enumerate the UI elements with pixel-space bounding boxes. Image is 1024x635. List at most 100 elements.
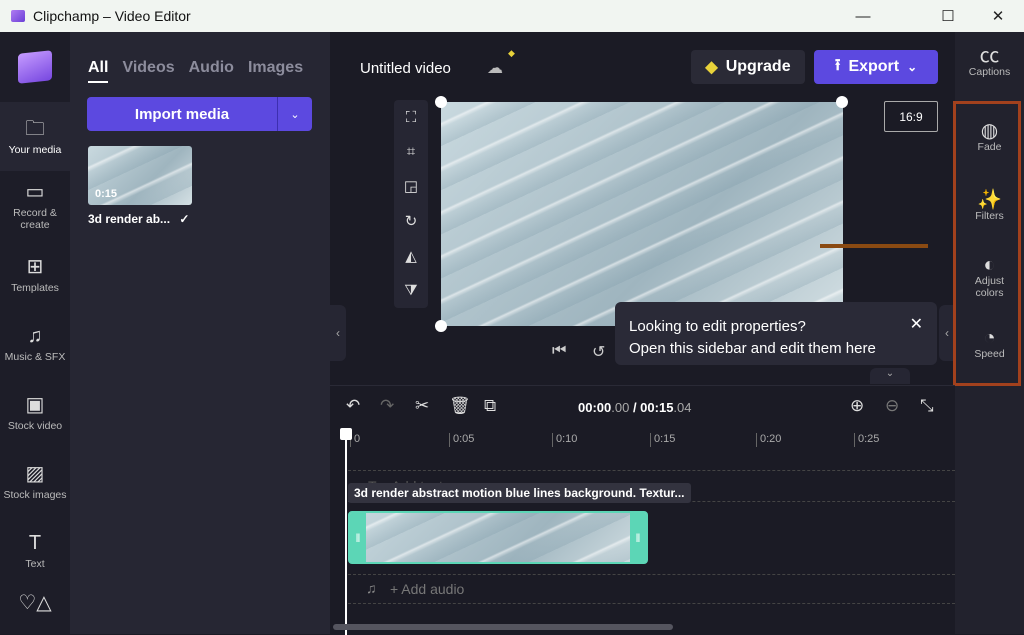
highlight-box xyxy=(953,101,1021,386)
rewind-5-icon[interactable]: ↺ xyxy=(592,342,605,362)
tooltip-body: Open this sidebar and edit them here xyxy=(629,340,876,357)
left-nav: 🗀 Your media ▭ Record & create ⊞ Templates … xyxy=(0,32,70,634)
tick-label: 0:15 xyxy=(650,433,675,447)
nav-record-create[interactable]: ▭ Record & create xyxy=(0,171,70,240)
aspect-ratio-button[interactable]: 16:9 xyxy=(884,101,938,132)
current-frac: .00 xyxy=(611,400,630,415)
undo-icon[interactable]: ↶ xyxy=(346,396,360,416)
media-thumbnail[interactable]: 0:15 xyxy=(88,146,192,205)
music-note-icon: ♫ xyxy=(366,580,377,596)
nav-label: Text xyxy=(25,557,45,570)
delete-icon[interactable]: 🗑 xyxy=(449,396,471,416)
export-button[interactable]: ⭱ Export ⌄ xyxy=(814,50,938,84)
rotate-icon[interactable]: ↻ xyxy=(405,212,418,230)
clipchamp-brand-icon xyxy=(0,32,70,102)
nav-label: Templates xyxy=(11,281,59,294)
tick-label: 0:05 xyxy=(449,433,474,447)
resize-handle[interactable] xyxy=(435,96,447,108)
tick-label: 0:10 xyxy=(552,433,577,447)
video-preview[interactable] xyxy=(441,102,843,326)
image-icon: ▨ xyxy=(25,462,45,485)
pip-icon[interactable]: ◲ xyxy=(404,177,418,195)
nav-music-sfx[interactable]: ♫ Music & SFX xyxy=(0,309,70,378)
window-title: Clipchamp – Video Editor xyxy=(33,8,191,24)
tab-audio[interactable]: Audio xyxy=(189,59,234,83)
nav-stock-images[interactable]: ▨ Stock images xyxy=(0,447,70,516)
add-audio-track[interactable]: + Add audio xyxy=(390,581,464,597)
nav-more[interactable]: ♡△ xyxy=(0,585,70,625)
import-media-button[interactable]: Import media ⌄ xyxy=(87,97,312,131)
minimize-button[interactable]: — xyxy=(840,0,886,32)
zoom-in-icon[interactable]: ⊕ xyxy=(850,396,864,416)
trim-handle-right[interactable]: ‖ xyxy=(630,513,646,562)
diamond-icon: ◆ xyxy=(508,48,515,58)
import-media-label[interactable]: Import media xyxy=(87,97,277,131)
skip-back-icon[interactable]: ⏮ xyxy=(552,342,566,360)
collapse-left-button[interactable]: ‹ xyxy=(330,305,346,361)
trim-handle-left[interactable]: ‖ xyxy=(350,513,366,562)
maximize-button[interactable]: ☐ xyxy=(925,0,971,32)
chevron-down-icon: ⌄ xyxy=(907,60,918,74)
collapse-timeline-button[interactable]: ⌄ xyxy=(870,368,910,384)
nav-label: Stock video xyxy=(7,419,63,432)
add-clip-icon[interactable]: ⧉ xyxy=(484,396,496,416)
shapes-icon: ♡△ xyxy=(18,592,52,614)
nav-text[interactable]: T Text xyxy=(0,516,70,585)
time-readout: 00:00.00 / 00:15.04 xyxy=(578,400,692,415)
crop-icon[interactable]: ⌗ xyxy=(407,143,415,160)
tab-all[interactable]: All xyxy=(88,59,109,83)
preview-area: Untitled video ☁ ◆ ◆ Upgrade ⭱ Export ⌄ ⛶ ⌗ ◲… xyxy=(330,32,955,385)
templates-icon: ⊞ xyxy=(26,255,44,278)
cloud-off-icon: ☁ xyxy=(487,60,503,77)
tab-images[interactable]: Images xyxy=(248,59,303,83)
media-duration: 0:15 xyxy=(95,188,118,200)
zoom-out-icon[interactable]: ⊖ xyxy=(885,396,899,416)
export-label: Export xyxy=(848,58,900,75)
check-icon: ✓ xyxy=(179,212,190,226)
timeline-scrollbar[interactable] xyxy=(333,624,673,630)
flip-horizontal-icon[interactable]: ◭ xyxy=(405,247,417,265)
nav-templates[interactable]: ⊞ Templates xyxy=(0,240,70,309)
media-name: 3d render ab... ✓ xyxy=(88,212,189,226)
media-panel: All Videos Audio Images Import media ⌄ 0… xyxy=(70,32,330,634)
text-icon: T xyxy=(28,531,42,554)
cut-icon[interactable]: ✂ xyxy=(415,396,429,416)
resize-handle[interactable] xyxy=(836,96,848,108)
redo-icon[interactable]: ↷ xyxy=(380,396,394,416)
upload-icon: ⭱ xyxy=(834,56,841,74)
chevron-down-icon[interactable]: ⌄ xyxy=(277,97,312,131)
properties-tooltip: Looking to edit properties? Open this si… xyxy=(615,302,937,365)
playhead[interactable] xyxy=(340,428,352,635)
close-icon[interactable]: ✕ xyxy=(910,314,923,336)
upgrade-label: Upgrade xyxy=(725,58,791,75)
folder-icon: 🗀 xyxy=(25,117,45,140)
flip-vertical-icon[interactable]: ⧩ xyxy=(404,282,417,299)
music-icon: ♫ xyxy=(27,324,43,347)
close-button[interactable]: ✕ xyxy=(975,0,1021,32)
fit-icon[interactable]: ⛶ xyxy=(406,109,417,126)
captions-icon: ㏄ xyxy=(979,45,1000,67)
annotation-arrow xyxy=(820,244,928,248)
current-time: 00:00 xyxy=(578,400,612,415)
fit-timeline-icon[interactable]: ⤡ xyxy=(920,396,934,416)
tab-videos[interactable]: Videos xyxy=(122,59,174,83)
tick-label: 0:20 xyxy=(756,433,781,447)
film-icon: ▣ xyxy=(25,393,45,416)
timeline: ↶ ↷ ✂ 🗑 ⧉ 00:00.00 / 00:15.04 ⊕ ⊖ ⤡ 0 0:… xyxy=(330,385,955,635)
video-clip[interactable]: ‖ ‖ xyxy=(348,511,648,564)
time-sep: / xyxy=(629,400,641,415)
resize-handle[interactable] xyxy=(435,320,447,332)
clipchamp-logo-icon xyxy=(11,10,25,22)
upgrade-button[interactable]: ◆ Upgrade xyxy=(691,50,805,84)
camera-icon: ▭ xyxy=(25,180,45,203)
nav-label: Your media xyxy=(8,143,62,156)
nav-label: Stock images xyxy=(3,488,67,501)
nav-label: Record & create xyxy=(13,206,57,231)
captions-button[interactable]: ㏄ Captions xyxy=(955,45,1024,78)
nav-stock-video[interactable]: ▣ Stock video xyxy=(0,378,70,447)
video-title[interactable]: Untitled video xyxy=(360,60,451,77)
captions-label: Captions xyxy=(968,66,1011,78)
diamond-icon: ◆ xyxy=(705,59,718,76)
title-bar: Clipchamp – Video Editor — ☐ ✕ xyxy=(0,0,1024,32)
nav-your-media[interactable]: 🗀 Your media xyxy=(0,102,70,171)
